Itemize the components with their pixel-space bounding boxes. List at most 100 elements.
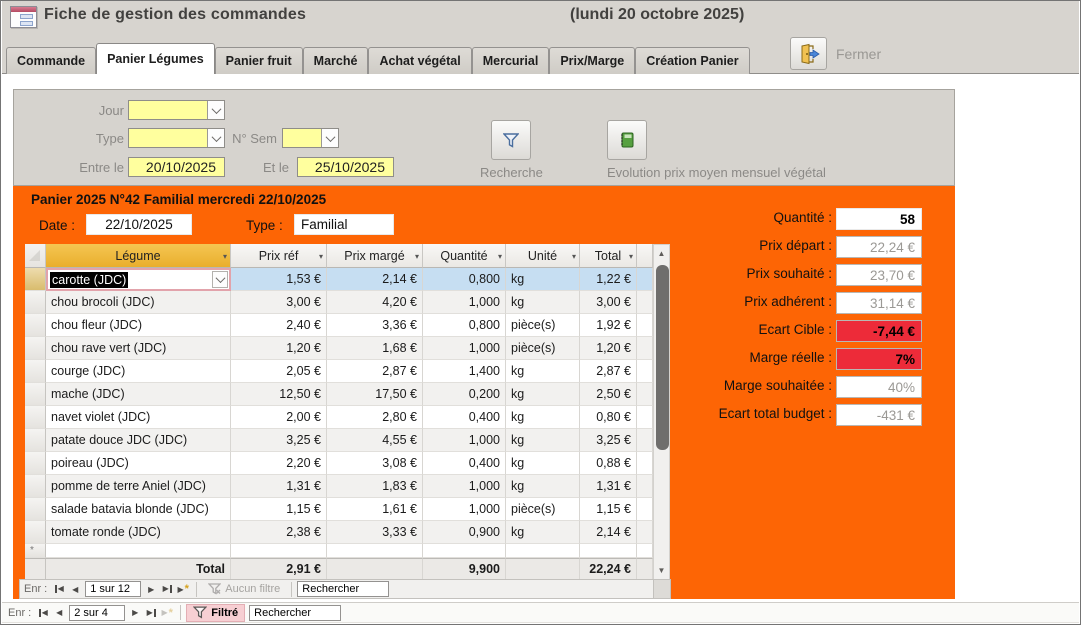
cell-prix-ref[interactable]: 3,00 € bbox=[231, 291, 327, 314]
evolution-button[interactable] bbox=[607, 120, 647, 160]
chevron-down-icon[interactable] bbox=[212, 271, 228, 288]
cell-quantite[interactable]: 0,200 bbox=[423, 383, 506, 406]
empty-cell[interactable] bbox=[46, 544, 231, 558]
cell-prix-marge[interactable]: 2,80 € bbox=[327, 406, 423, 429]
table-row[interactable]: courge (JDC)2,05 €2,87 €1,400kg2,87 € bbox=[25, 360, 653, 383]
column-header-unite[interactable]: Unité▾ bbox=[506, 244, 580, 268]
date-input[interactable]: 22/10/2025 bbox=[86, 214, 192, 235]
record-position-box[interactable]: 2 sur 4 bbox=[69, 605, 125, 621]
table-row[interactable]: mache (JDC)12,50 €17,50 €0,200kg2,50 € bbox=[25, 383, 653, 406]
cell-prix-marge[interactable]: 2,14 € bbox=[327, 268, 423, 291]
cell-prix-marge[interactable]: 1,68 € bbox=[327, 337, 423, 360]
cell-unite[interactable]: kg bbox=[506, 268, 580, 291]
cell-unite[interactable]: kg bbox=[506, 383, 580, 406]
cell-legume[interactable]: courge (JDC) bbox=[46, 360, 231, 383]
cell-prix-marge[interactable]: 17,50 € bbox=[327, 383, 423, 406]
cell-prix-marge[interactable]: 3,08 € bbox=[327, 452, 423, 475]
record-selector[interactable] bbox=[25, 498, 46, 521]
legume-combo-editor[interactable]: carotte (JDC) bbox=[46, 268, 231, 291]
cell-quantite[interactable]: 1,000 bbox=[423, 429, 506, 452]
cell-quantite[interactable]: 1,000 bbox=[423, 291, 506, 314]
prev-record-icon[interactable]: ◀ bbox=[51, 605, 67, 621]
chevron-down-icon[interactable] bbox=[207, 101, 224, 119]
cell-legume[interactable]: salade batavia blonde (JDC) bbox=[46, 498, 231, 521]
next-record-icon[interactable]: ▶ bbox=[127, 605, 143, 621]
stat-value[interactable]: -7,44 € bbox=[836, 320, 922, 342]
column-header-prix-marge[interactable]: Prix margé▾ bbox=[327, 244, 423, 268]
empty-cell[interactable] bbox=[327, 544, 423, 558]
column-header-legume[interactable]: Légume▾ bbox=[46, 244, 231, 268]
recherche-button[interactable] bbox=[491, 120, 531, 160]
cell-prix-ref[interactable]: 2,40 € bbox=[231, 314, 327, 337]
record-selector[interactable] bbox=[25, 291, 46, 314]
cell-legume[interactable]: chou fleur (JDC) bbox=[46, 314, 231, 337]
table-row[interactable]: pomme de terre Aniel (JDC)1,31 €1,83 €1,… bbox=[25, 475, 653, 498]
cell-prix-marge[interactable]: 1,61 € bbox=[327, 498, 423, 521]
cell-prix-marge[interactable]: 3,33 € bbox=[327, 521, 423, 544]
no-filter-button[interactable]: Aucun filtre bbox=[202, 580, 286, 598]
cell-total[interactable]: 1,15 € bbox=[580, 498, 637, 521]
cell-prix-ref[interactable]: 1,20 € bbox=[231, 337, 327, 360]
last-record-icon[interactable]: ▶ bbox=[143, 605, 159, 621]
cell-prix-ref[interactable]: 2,20 € bbox=[231, 452, 327, 475]
first-record-icon[interactable]: ◀ bbox=[35, 605, 51, 621]
cell-prix-marge[interactable]: 4,55 € bbox=[327, 429, 423, 452]
cell-legume[interactable]: chou brocoli (JDC) bbox=[46, 291, 231, 314]
prev-record-icon[interactable]: ◀ bbox=[67, 581, 83, 597]
cell-legume[interactable]: patate douce JDC (JDC) bbox=[46, 429, 231, 452]
cell-unite[interactable]: pièce(s) bbox=[506, 337, 580, 360]
cell-legume[interactable]: chou rave vert (JDC) bbox=[46, 337, 231, 360]
cell-prix-marge[interactable]: 3,36 € bbox=[327, 314, 423, 337]
table-row[interactable]: chou rave vert (JDC)1,20 €1,68 €1,000piè… bbox=[25, 337, 653, 360]
subform-search-input[interactable]: Rechercher bbox=[297, 581, 389, 597]
stat-value[interactable]: 23,70 € bbox=[836, 264, 922, 286]
type-input[interactable]: Familial bbox=[294, 214, 394, 235]
mainform-search-input[interactable]: Rechercher bbox=[249, 605, 341, 621]
tab-marche[interactable]: Marché bbox=[303, 47, 369, 74]
cell-total[interactable]: 1,31 € bbox=[580, 475, 637, 498]
first-record-icon[interactable]: ◀ bbox=[51, 581, 67, 597]
cell-unite[interactable]: kg bbox=[506, 406, 580, 429]
cell-prix-marge[interactable]: 4,20 € bbox=[327, 291, 423, 314]
cell-prix-marge[interactable]: 1,83 € bbox=[327, 475, 423, 498]
cell-unite[interactable]: kg bbox=[506, 452, 580, 475]
entre-le-input[interactable]: 20/10/2025 bbox=[128, 157, 225, 177]
cell-prix-ref[interactable]: 1,53 € bbox=[231, 268, 327, 291]
cell-prix-ref[interactable]: 1,31 € bbox=[231, 475, 327, 498]
empty-cell[interactable] bbox=[423, 544, 506, 558]
cell-unite[interactable]: kg bbox=[506, 360, 580, 383]
cell-prix-ref[interactable]: 1,15 € bbox=[231, 498, 327, 521]
cell-prix-ref[interactable]: 12,50 € bbox=[231, 383, 327, 406]
record-selector[interactable] bbox=[25, 475, 46, 498]
filter-dropdown-icon[interactable]: ▾ bbox=[223, 252, 227, 261]
cell-unite[interactable]: kg bbox=[506, 429, 580, 452]
column-header-prix-ref[interactable]: Prix réf▾ bbox=[231, 244, 327, 268]
table-row[interactable]: poireau (JDC)2,20 €3,08 €0,400kg0,88 € bbox=[25, 452, 653, 475]
empty-cell[interactable] bbox=[580, 544, 637, 558]
record-selector[interactable] bbox=[25, 406, 46, 429]
tab-panier-legumes[interactable]: Panier Légumes bbox=[96, 43, 215, 74]
last-record-icon[interactable]: ▶ bbox=[159, 581, 175, 597]
jour-combobox[interactable] bbox=[128, 100, 225, 120]
tab-achat-vegetal[interactable]: Achat végétal bbox=[368, 47, 471, 74]
new-record-icon[interactable]: ▶* bbox=[159, 605, 175, 621]
cell-legume[interactable]: mache (JDC) bbox=[46, 383, 231, 406]
table-row[interactable]: navet violet (JDC)2,00 €2,80 €0,400kg0,8… bbox=[25, 406, 653, 429]
record-selector[interactable] bbox=[25, 429, 46, 452]
num-sem-combobox[interactable] bbox=[282, 128, 339, 148]
filter-dropdown-icon[interactable]: ▾ bbox=[319, 252, 323, 261]
table-row[interactable]: salade batavia blonde (JDC)1,15 €1,61 €1… bbox=[25, 498, 653, 521]
cell-quantite[interactable]: 1,400 bbox=[423, 360, 506, 383]
cell-quantite[interactable]: 1,000 bbox=[423, 475, 506, 498]
cell-unite[interactable]: pièce(s) bbox=[506, 498, 580, 521]
empty-cell[interactable] bbox=[506, 544, 580, 558]
stat-value[interactable]: 40% bbox=[836, 376, 922, 398]
tab-mercurial[interactable]: Mercurial bbox=[472, 47, 550, 74]
new-record-icon[interactable]: ▶* bbox=[175, 581, 191, 597]
stat-value[interactable]: 58 bbox=[836, 208, 922, 230]
cell-unite[interactable]: kg bbox=[506, 521, 580, 544]
record-selector[interactable] bbox=[25, 314, 46, 337]
table-row[interactable]: carotte (JDC)1,53 €2,14 €0,800kg1,22 € bbox=[25, 268, 653, 291]
et-le-input[interactable]: 25/10/2025 bbox=[297, 157, 394, 177]
new-record-row[interactable]: * bbox=[25, 544, 653, 558]
